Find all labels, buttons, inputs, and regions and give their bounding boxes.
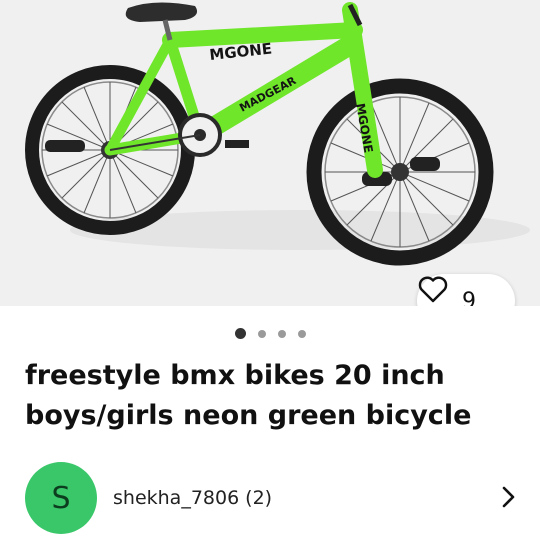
- avatar[interactable]: S: [25, 462, 97, 534]
- carousel-dot[interactable]: [297, 329, 306, 338]
- heart-icon: [418, 276, 448, 303]
- svg-text:MADGEAR: MADGEAR: [237, 74, 298, 115]
- listing-title-line-2: boys/girls neon green bicycle: [25, 400, 472, 431]
- bike-image: MGONE MADGEAR MGONE: [25, 2, 530, 266]
- carousel-dot[interactable]: [257, 329, 266, 338]
- carousel-dot-active[interactable]: [234, 328, 246, 339]
- listing-photo[interactable]: MGONE MADGEAR MGONE 9: [0, 0, 540, 306]
- seller-feedback-count: (2): [245, 487, 273, 509]
- carousel-dot[interactable]: [277, 329, 286, 338]
- chevron-right-icon[interactable]: [498, 484, 520, 510]
- front-wheel: [306, 78, 494, 266]
- watch-button[interactable]: 9: [417, 274, 515, 306]
- listing-title-line-1: freestyle bmx bikes 20 inch: [25, 360, 445, 391]
- seller-username[interactable]: shekha_7806: [113, 487, 239, 509]
- carousel-indicator[interactable]: [0, 328, 540, 339]
- watch-count: 9: [462, 288, 476, 307]
- listing-title: freestyle bmx bikes 20 inch boys/girls n…: [25, 356, 525, 436]
- seller-row[interactable]: S shekha_7806 (2): [25, 460, 525, 536]
